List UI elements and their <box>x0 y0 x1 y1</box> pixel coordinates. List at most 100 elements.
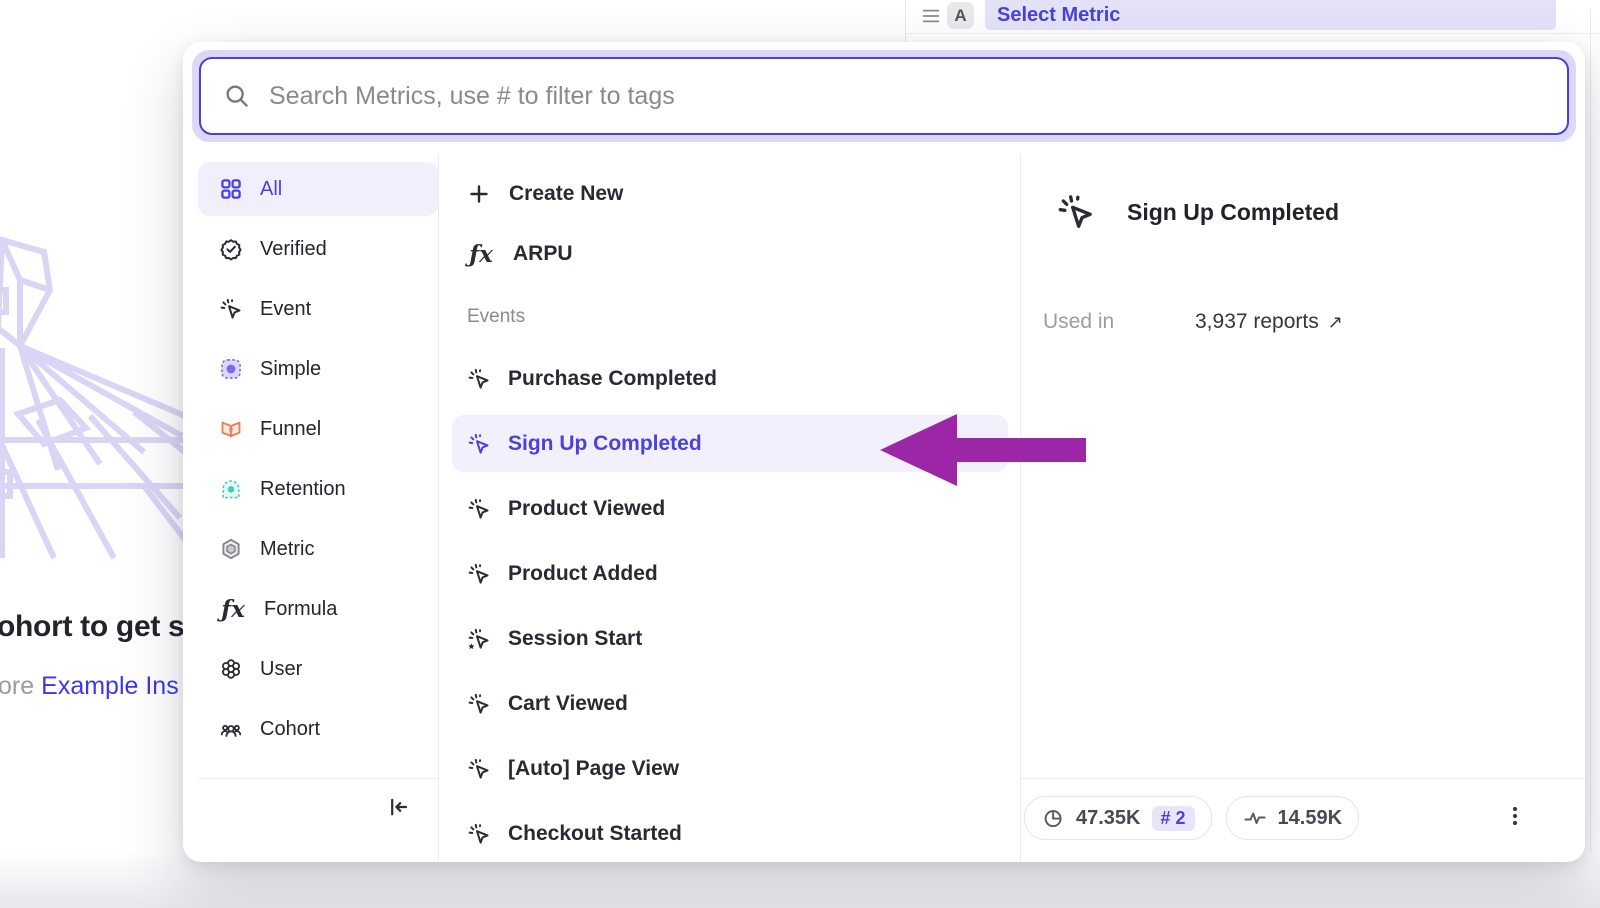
metric-detail-panel: Sign Up Completed Used in 3,937 reports … <box>1035 152 1585 862</box>
sidebar-item-event[interactable]: Event <box>198 282 438 336</box>
drag-handle-icon[interactable] <box>920 7 942 25</box>
sidebar-item-label: Verified <box>260 238 327 261</box>
events-section-label: Events <box>452 304 1008 330</box>
event-label: Session Start <box>508 627 642 651</box>
create-new-button[interactable]: Create New <box>452 168 1008 220</box>
event-icon <box>467 822 491 846</box>
sidebar-item-cohort[interactable]: Cohort <box>198 702 438 756</box>
sidebar-item-funnel[interactable]: Funnel <box>198 402 438 456</box>
series-a-label: A <box>954 6 966 26</box>
sidebar-item-user[interactable]: User <box>198 642 438 696</box>
sidebar-item-label: All <box>260 178 282 201</box>
event-icon <box>1056 192 1096 232</box>
rank-badge: # 2 <box>1152 806 1195 831</box>
event-row-cart-viewed[interactable]: Cart Viewed <box>452 675 1008 732</box>
metric-list: Create New ƒx ARPU Events Purchase Compl… <box>452 168 1008 862</box>
detail-divider <box>1020 154 1021 862</box>
session-start-icon <box>467 627 491 651</box>
page-right-edge <box>1590 10 1591 852</box>
verified-badge-icon <box>219 237 243 261</box>
sidebar-item-label: Formula <box>264 598 337 621</box>
headline-text: ohort to get s <box>0 610 184 644</box>
event-row-session-start[interactable]: Session Start <box>452 610 1008 667</box>
event-icon <box>467 432 491 456</box>
event-label: Cart Viewed <box>508 692 628 716</box>
sidebar-footer-divider <box>198 778 438 779</box>
retention-icon <box>219 477 243 501</box>
sidebar-item-label: Simple <box>260 358 321 381</box>
sidebar-item-all[interactable]: All <box>198 162 438 216</box>
more-options-button[interactable] <box>1497 793 1533 839</box>
search-input[interactable] <box>269 82 1567 111</box>
collapse-sidebar-button[interactable] <box>381 790 415 824</box>
sidebar-item-label: Funnel <box>260 418 321 441</box>
search-box <box>199 57 1569 135</box>
event-icon <box>467 692 491 716</box>
metric-hexagon-icon <box>219 537 243 561</box>
create-new-label: Create New <box>509 182 623 206</box>
event-label: [Auto] Page View <box>508 757 679 781</box>
total-count-chip[interactable]: 47.35K # 2 <box>1024 796 1212 840</box>
sidebar-item-retention[interactable]: Retention <box>198 462 438 516</box>
event-icon <box>467 367 491 391</box>
used-in-value: 3,937 reports <box>1195 310 1319 334</box>
sidebar-item-formula[interactable]: ƒx Formula <box>198 582 438 636</box>
background-subline: oreExample Ins <box>0 672 184 701</box>
event-label: Purchase Completed <box>508 367 717 391</box>
event-icon <box>467 562 491 586</box>
background-headline: ohort to get s <box>0 610 184 644</box>
collapse-left-icon <box>386 795 410 819</box>
pie-chart-icon <box>1041 806 1065 830</box>
event-row-auto-page-view[interactable]: [Auto] Page View <box>452 740 1008 797</box>
user-cluster-icon <box>219 657 243 681</box>
example-insights-link[interactable]: Example Ins <box>41 672 179 700</box>
formula-fx-icon: ƒx <box>219 596 247 623</box>
sidebar-item-label: Event <box>260 298 311 321</box>
simple-icon <box>219 357 243 381</box>
event-icon <box>467 497 491 521</box>
plus-icon <box>467 182 491 206</box>
detail-title: Sign Up Completed <box>1127 199 1339 226</box>
select-metric-label: Select Metric <box>997 4 1120 27</box>
sidebar-item-simple[interactable]: Simple <box>198 342 438 396</box>
stat-value: 47.35K <box>1076 807 1141 830</box>
sidebar-item-verified[interactable]: Verified <box>198 222 438 276</box>
event-label: Checkout Started <box>508 822 682 846</box>
metric-row-underline <box>905 33 1600 34</box>
detail-footer-divider <box>1020 778 1585 779</box>
series-a-chip[interactable]: A <box>947 2 974 29</box>
kebab-menu-icon <box>1503 804 1527 828</box>
app-root: ohort to get s oreExample Ins A Select M… <box>0 0 1600 908</box>
stat-value: 14.59K <box>1278 807 1343 830</box>
activity-icon <box>1243 806 1267 830</box>
external-link-icon: ↗ <box>1328 312 1343 333</box>
stat-chips: 47.35K # 2 14.59K <box>1024 796 1359 840</box>
event-label: Product Viewed <box>508 497 665 521</box>
event-icon <box>467 757 491 781</box>
event-row-product-added[interactable]: Product Added <box>452 545 1008 602</box>
select-metric-field[interactable]: Select Metric <box>985 0 1556 30</box>
event-label: Sign Up Completed <box>508 432 702 456</box>
event-cursor-icon <box>219 297 243 321</box>
funnel-icon <box>219 417 243 441</box>
activity-chip[interactable]: 14.59K <box>1226 796 1360 840</box>
event-row-checkout-started[interactable]: Checkout Started <box>452 805 1008 862</box>
list-item-arpu[interactable]: ƒx ARPU <box>452 228 1008 280</box>
decorative-wireframe-graphic <box>0 228 190 564</box>
annotation-arrow <box>878 411 1090 491</box>
search-icon <box>223 82 251 110</box>
subline-text: ore <box>0 672 34 700</box>
sidebar-item-label: Metric <box>260 538 314 561</box>
grid-icon <box>219 177 243 201</box>
arpu-label: ARPU <box>513 242 573 266</box>
sidebar-divider <box>438 154 439 862</box>
used-in-label: Used in <box>1043 310 1195 334</box>
formula-fx-icon: ƒx <box>467 241 495 268</box>
event-label: Product Added <box>508 562 658 586</box>
used-in-row[interactable]: Used in 3,937 reports ↗ <box>1043 310 1343 334</box>
sidebar-item-metric[interactable]: Metric <box>198 522 438 576</box>
panel-divider <box>905 0 906 42</box>
sidebar-item-label: User <box>260 658 302 681</box>
event-row-purchase-completed[interactable]: Purchase Completed <box>452 350 1008 407</box>
detail-header: Sign Up Completed <box>1056 192 1339 232</box>
